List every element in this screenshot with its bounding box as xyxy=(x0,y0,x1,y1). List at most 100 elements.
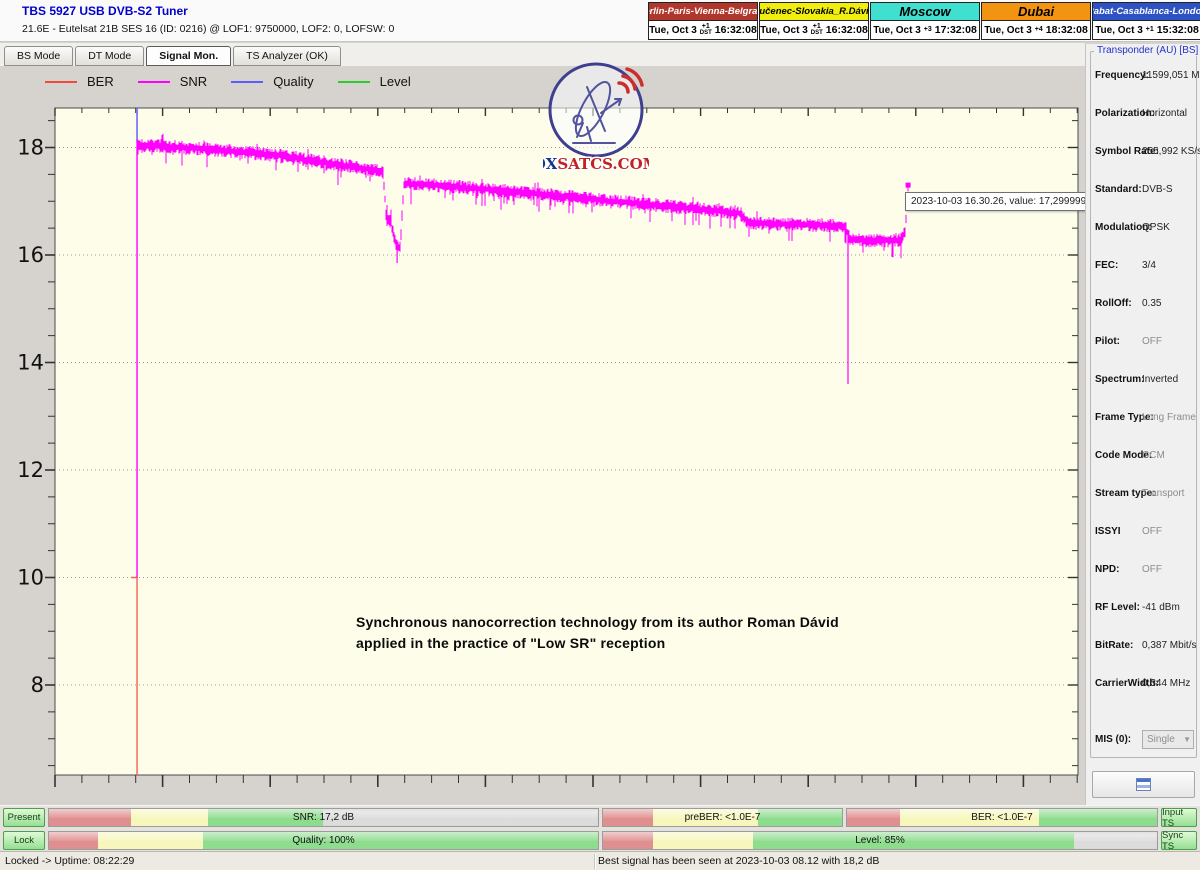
field-label: MIS (0): xyxy=(1095,734,1131,745)
monitor-bars-area: PresentSNR: 17,2 dB preBER: <1.0E-7 BER: <… xyxy=(0,805,1200,851)
field-value: OFF xyxy=(1142,336,1162,347)
clock-hms: 17:32:08 xyxy=(935,24,977,36)
transponder-title: Transponder (AU) [BS] xyxy=(1094,45,1200,56)
bar-label: BER: <1.0E-7 xyxy=(847,809,1157,826)
annotation-line1: Synchronous nanocorrection technology fr… xyxy=(356,612,839,633)
clock-date: Tue, Oct 3 xyxy=(649,25,697,36)
legend-label: SNR xyxy=(180,74,207,89)
field-value: OFF xyxy=(1142,526,1162,537)
legend-item-ber: BER xyxy=(45,74,114,89)
transponder-row-pilot: Pilot: OFF xyxy=(1091,336,1198,350)
field-label: RollOff: xyxy=(1095,298,1132,309)
transponder-row-npd: NPD: OFF xyxy=(1091,564,1198,578)
bar-label: SNR: 17,2 dB xyxy=(49,809,598,826)
tab-ts-analyzer-ok[interactable]: TS Analyzer (OK) xyxy=(233,46,341,66)
field-label: Standard: xyxy=(1095,184,1142,195)
legend-label: BER xyxy=(87,74,114,89)
transponder-row-code-mode: Code Mode: CCM xyxy=(1091,450,1198,464)
input-ts-button[interactable]: Input TS xyxy=(1161,808,1197,827)
best-signal-status: Best signal has been seen at 2023-10-03 … xyxy=(598,855,879,867)
clock-2: Lučenec-Slovakia_R.Dávid Tue, Oct 3 +1DS… xyxy=(759,2,869,40)
field-label: Pilot: xyxy=(1095,336,1120,347)
svg-text:18: 18 xyxy=(17,136,44,160)
transponder-row-modulation: Modulation: QPSK xyxy=(1091,222,1198,236)
transponder-row-frequency: Frequency: 11599,051 MHz xyxy=(1091,70,1198,84)
clock-city-label: Lučenec-Slovakia_R.Dávid xyxy=(760,3,868,21)
field-value: 0,344 MHz xyxy=(1142,678,1190,689)
annotation-line2: applied in the practice of "Low SR" rece… xyxy=(356,633,839,654)
legend-item-quality: Quality xyxy=(231,74,313,89)
clock-1: Berlin-Paris-Vienna-Belgrade Tue, Oct 3 … xyxy=(648,2,758,40)
title-strip: TBS 5927 USB DVB-S2 Tuner 21.6E - Eutels… xyxy=(0,0,1200,42)
clock-date: Tue, Oct 3 xyxy=(1095,25,1143,36)
transponder-row-standard: Standard: DVB-S xyxy=(1091,184,1198,198)
clock-date: Tue, Oct 3 xyxy=(984,25,1032,36)
field-value: CCM xyxy=(1142,450,1165,461)
chevron-down-icon: ▼ xyxy=(1183,735,1191,744)
list-view-icon xyxy=(1136,778,1151,791)
tab-bs-mode[interactable]: BS Mode xyxy=(4,46,73,66)
field-value: OFF xyxy=(1142,564,1162,575)
svg-text:16: 16 xyxy=(17,243,44,267)
lock-indicator[interactable]: Lock xyxy=(3,831,45,850)
chart-legend: BER SNR Quality Level xyxy=(45,74,411,89)
field-value: 255,992 KS/s xyxy=(1142,146,1200,157)
clock-hms: 15:32:08 xyxy=(1157,24,1199,36)
field-label: Spectrum: xyxy=(1095,374,1144,385)
clock-time: Tue, Oct 3 +3 17:32:08 xyxy=(871,21,979,39)
svg-text:8: 8 xyxy=(31,673,44,697)
monitor-row1: PresentSNR: 17,2 dB preBER: <1.0E-7 BER: <… xyxy=(0,808,1200,827)
satellite-subtitle: 21.6E - Eutelsat 21B SES 16 (ID: 0216) @… xyxy=(22,23,394,35)
mis-dropdown[interactable]: Single▼ xyxy=(1142,730,1194,749)
snr-bar: SNR: 17,2 dB xyxy=(48,808,599,827)
transponder-row-rf-level: RF Level: -41 dBm xyxy=(1091,602,1198,616)
field-label: RF Level: xyxy=(1095,602,1140,613)
transponder-row-rolloff: RollOff: 0.35 xyxy=(1091,298,1198,312)
bar-label: Quality: 100% xyxy=(49,832,598,849)
transponder-row-frame-type: Frame Type: Long Frame xyxy=(1091,412,1198,426)
svg-text:14: 14 xyxy=(17,351,44,375)
dxsatcs-logo: DXSATCS.COM xyxy=(543,57,649,179)
app-title: TBS 5927 USB DVB-S2 Tuner xyxy=(22,4,188,18)
field-label: Frequency: xyxy=(1095,70,1149,81)
field-value: 11599,051 MHz xyxy=(1142,70,1200,81)
signal-chart-panel: 18161412108 BER SNR Quality Level xyxy=(0,66,1085,805)
field-value: 0,387 Mbit/s xyxy=(1142,640,1196,651)
legend-label: Quality xyxy=(273,74,313,89)
clock-hms: 18:32:08 xyxy=(1046,24,1088,36)
legend-swatch xyxy=(338,81,370,83)
field-label: FEC: xyxy=(1095,260,1118,271)
ts-info-button[interactable] xyxy=(1092,771,1195,798)
quality-bar: Quality: 100% xyxy=(48,831,599,850)
clock-time: Tue, Oct 3 +1 15:32:08 xyxy=(1093,21,1200,39)
clock-date: Tue, Oct 3 xyxy=(873,25,921,36)
clock-city-label: Berlin-Paris-Vienna-Belgrade xyxy=(649,3,757,21)
transponder-row-issyi: ISSYI OFF xyxy=(1091,526,1198,540)
tab-dt-mode[interactable]: DT Mode xyxy=(75,46,144,66)
field-value: 3/4 xyxy=(1142,260,1156,271)
transponder-row-stream-type: Stream type: Transport xyxy=(1091,488,1198,502)
sync-ts-button[interactable]: Sync TS xyxy=(1161,831,1197,850)
clock-time: Tue, Oct 3 +1DST 16:32:08 xyxy=(649,21,757,39)
transponder-row-bitrate: BitRate: 0,387 Mbit/s xyxy=(1091,640,1198,654)
lock-uptime-status: Locked -> Uptime: 08:22:29 xyxy=(5,855,134,867)
clock-5: Rabat-Casablanca-London Tue, Oct 3 +1 15… xyxy=(1092,2,1200,40)
ber-bar: BER: <1.0E-7 xyxy=(846,808,1158,827)
clock-city-label: Rabat-Casablanca-London xyxy=(1093,3,1200,21)
world-clocks: Berlin-Paris-Vienna-Belgrade Tue, Oct 3 … xyxy=(647,2,1200,40)
clock-time: Tue, Oct 3 +1DST 16:32:08 xyxy=(760,21,868,39)
field-value: DVB-S xyxy=(1142,184,1173,195)
transponder-row-symbol-rate: Symbol Rate: 255,992 KS/s xyxy=(1091,146,1198,160)
legend-item-level: Level xyxy=(338,74,411,89)
chart-annotation: Synchronous nanocorrection technology fr… xyxy=(356,612,839,654)
clock-utc-offset: +4 xyxy=(1035,27,1043,33)
field-value: 0.35 xyxy=(1142,298,1161,309)
legend-item-snr: SNR xyxy=(138,74,207,89)
legend-label: Level xyxy=(380,74,411,89)
field-value: Transport xyxy=(1142,488,1184,499)
bar-label: preBER: <1.0E-7 xyxy=(603,809,842,826)
tab-signal-mon[interactable]: Signal Mon. xyxy=(146,46,231,66)
present-indicator[interactable]: Present xyxy=(3,808,45,827)
clock-utc-offset: +1DST xyxy=(700,24,712,36)
transponder-groupbox: Transponder (AU) [BS] Frequency: 11599,0… xyxy=(1090,51,1197,758)
